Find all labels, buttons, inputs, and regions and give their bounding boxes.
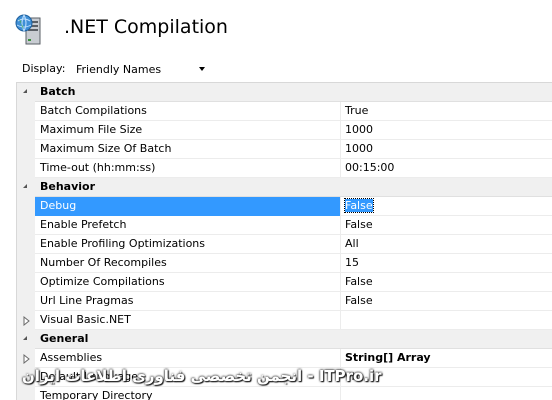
property-row[interactable]: Url Line Pragmas False bbox=[17, 292, 552, 311]
property-name[interactable]: Enable Profiling Optimizations bbox=[35, 235, 341, 254]
property-name[interactable]: Maximum Size Of Batch bbox=[35, 140, 341, 159]
property-value-text: False bbox=[344, 198, 374, 213]
property-value[interactable] bbox=[342, 387, 552, 400]
property-value[interactable] bbox=[342, 311, 552, 330]
property-value-text: String[] Array bbox=[345, 351, 431, 364]
property-value-text: 1000 bbox=[345, 142, 373, 155]
category-row[interactable]: Behavior bbox=[17, 178, 552, 197]
property-row[interactable]: Enable Profiling Optimizations All bbox=[17, 235, 552, 254]
property-row[interactable]: Optimize Compilations False bbox=[17, 273, 552, 292]
property-grid[interactable]: Batch Batch Compilations True Maximum File … bbox=[16, 82, 552, 400]
property-name[interactable]: Time-out (hh:mm:ss) bbox=[35, 159, 341, 178]
row-gutter bbox=[17, 140, 35, 159]
property-value-text: False bbox=[345, 294, 373, 307]
property-name[interactable]: Optimize Compilations bbox=[35, 273, 341, 292]
row-gutter bbox=[17, 197, 35, 216]
row-gutter bbox=[17, 159, 35, 178]
category-label[interactable]: Batch bbox=[35, 83, 535, 102]
watermark: انجمن تخصصی فناوری اطلاعات ایران - ITPro… bbox=[22, 367, 382, 385]
property-value-text: 00:15:00 bbox=[345, 161, 395, 174]
property-row[interactable]: Maximum Size Of Batch 1000 bbox=[17, 140, 552, 159]
property-name[interactable]: Number Of Recompiles bbox=[35, 254, 341, 273]
property-name[interactable]: Batch Compilations bbox=[35, 102, 341, 121]
property-value-text: 15 bbox=[345, 256, 359, 269]
property-value[interactable]: False bbox=[342, 197, 552, 216]
property-value-text: True bbox=[345, 104, 369, 117]
collapsed-triangle-icon[interactable] bbox=[23, 353, 30, 365]
property-row[interactable]: Assemblies String[] Array bbox=[17, 349, 552, 368]
row-gutter bbox=[17, 273, 35, 292]
expand-triangle-icon[interactable] bbox=[23, 89, 27, 93]
row-gutter bbox=[17, 121, 35, 140]
property-value[interactable]: String[] Array bbox=[342, 349, 552, 368]
property-value[interactable]: True bbox=[342, 102, 552, 121]
property-row[interactable]: Time-out (hh:mm:ss) 00:15:00 bbox=[17, 159, 552, 178]
display-label: Display: bbox=[22, 62, 66, 75]
row-gutter bbox=[17, 387, 35, 400]
property-name[interactable]: Temporary Directory bbox=[35, 387, 341, 400]
property-row[interactable]: Debug False bbox=[17, 197, 552, 216]
row-gutter bbox=[17, 349, 35, 368]
page-header: .NET Compilation bbox=[0, 0, 552, 56]
property-name[interactable]: Url Line Pragmas bbox=[35, 292, 341, 311]
property-name[interactable]: Assemblies bbox=[35, 349, 341, 368]
property-value[interactable]: 1000 bbox=[342, 140, 552, 159]
row-gutter bbox=[17, 83, 35, 102]
property-name[interactable]: Maximum File Size bbox=[35, 121, 341, 140]
property-name[interactable]: Debug bbox=[35, 197, 341, 216]
property-value-text: False bbox=[345, 275, 373, 288]
property-row[interactable]: Temporary Directory bbox=[17, 387, 552, 400]
property-row[interactable]: Batch Compilations True bbox=[17, 102, 552, 121]
expand-triangle-icon[interactable] bbox=[23, 184, 27, 188]
property-row[interactable]: Enable Prefetch False bbox=[17, 216, 552, 235]
property-value-text: 1000 bbox=[345, 123, 373, 136]
property-name[interactable]: Visual Basic.NET bbox=[35, 311, 341, 330]
chevron-down-icon bbox=[199, 67, 205, 71]
property-row[interactable]: Visual Basic.NET bbox=[17, 311, 552, 330]
category-row[interactable]: General bbox=[17, 330, 552, 349]
property-value-text: All bbox=[345, 237, 359, 250]
property-value[interactable]: False bbox=[342, 216, 552, 235]
property-name[interactable]: Enable Prefetch bbox=[35, 216, 341, 235]
property-row[interactable]: Maximum File Size 1000 bbox=[17, 121, 552, 140]
property-value[interactable]: False bbox=[342, 292, 552, 311]
category-label[interactable]: Behavior bbox=[35, 178, 535, 197]
property-row[interactable]: Number Of Recompiles 15 bbox=[17, 254, 552, 273]
row-gutter bbox=[17, 216, 35, 235]
page-title: .NET Compilation bbox=[64, 16, 228, 38]
category-label[interactable]: General bbox=[35, 330, 535, 349]
row-gutter bbox=[17, 311, 35, 330]
property-value[interactable]: 15 bbox=[342, 254, 552, 273]
row-gutter bbox=[17, 292, 35, 311]
category-row[interactable]: Batch bbox=[17, 83, 552, 102]
property-value-text: False bbox=[345, 218, 373, 231]
collapsed-triangle-icon[interactable] bbox=[23, 315, 30, 327]
expand-triangle-icon[interactable] bbox=[23, 336, 27, 340]
display-toolbar: Display: Friendly Names bbox=[0, 56, 552, 82]
row-gutter bbox=[17, 235, 35, 254]
row-gutter bbox=[17, 102, 35, 121]
row-gutter bbox=[17, 178, 35, 197]
display-dropdown-value: Friendly Names bbox=[76, 63, 162, 76]
property-value[interactable]: All bbox=[342, 235, 552, 254]
property-value[interactable]: 1000 bbox=[342, 121, 552, 140]
row-gutter bbox=[17, 330, 35, 349]
property-value[interactable]: False bbox=[342, 273, 552, 292]
display-dropdown[interactable]: Friendly Names bbox=[70, 58, 210, 78]
row-gutter bbox=[17, 254, 35, 273]
server-globe-icon bbox=[15, 14, 41, 45]
property-value[interactable]: 00:15:00 bbox=[342, 159, 552, 178]
